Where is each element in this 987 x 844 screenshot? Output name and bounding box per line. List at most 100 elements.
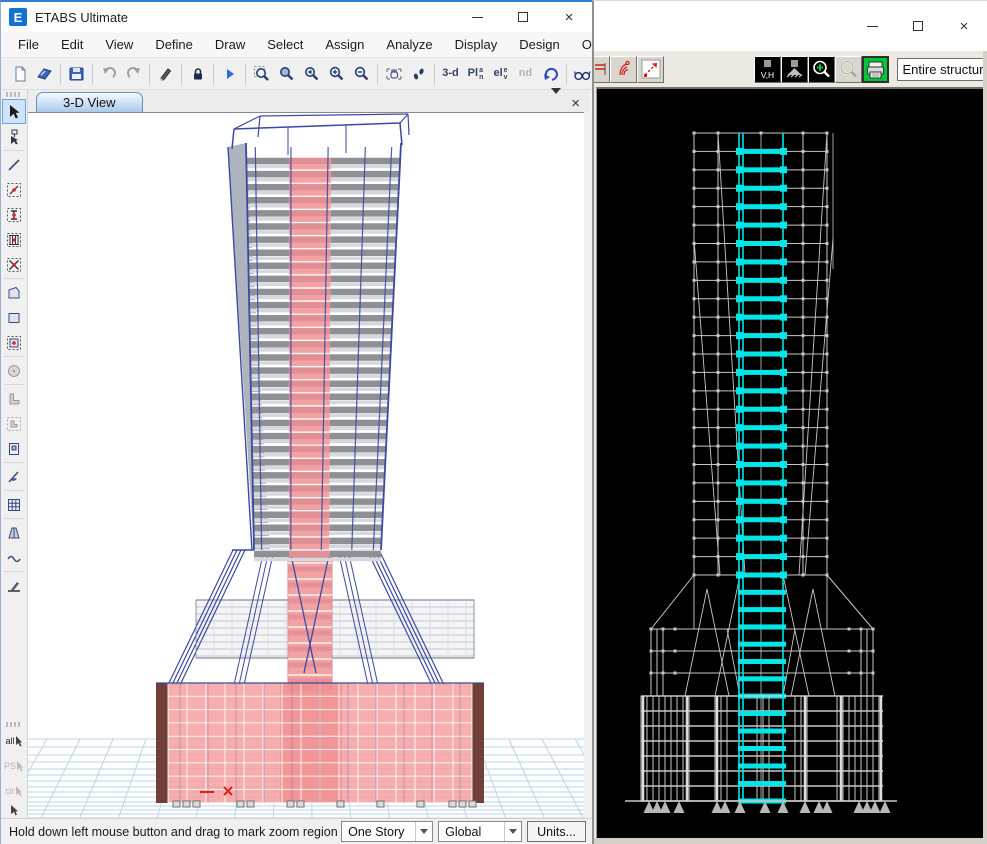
- right-zoom-in-button[interactable]: [808, 56, 835, 83]
- draw-area-tool[interactable]: [2, 280, 26, 305]
- minimize-icon: [472, 17, 483, 18]
- section-cut-tool[interactable]: [2, 464, 26, 489]
- sidebar-grip[interactable]: [6, 92, 22, 97]
- restore-full-view-button[interactable]: [274, 61, 299, 87]
- save-button[interactable]: [64, 61, 89, 87]
- zoom-previous-icon: [303, 65, 321, 83]
- menu-assign[interactable]: Assign: [314, 33, 375, 56]
- quick-draw-area-tool[interactable]: [2, 330, 26, 355]
- close-view-button[interactable]: ×: [571, 96, 580, 111]
- vertical-horizontal-view-button[interactable]: V,H: [754, 56, 781, 83]
- right-minimize-button[interactable]: [849, 1, 895, 51]
- undo-icon: [100, 65, 118, 83]
- draw-slab-edge-tool[interactable]: [2, 573, 26, 598]
- draw-wall-stack-tool[interactable]: [2, 386, 26, 411]
- right-maximize-button[interactable]: [895, 1, 941, 51]
- show-supports-button[interactable]: [781, 56, 808, 83]
- redo-button[interactable]: [121, 61, 146, 87]
- right-zoom-out-button[interactable]: [835, 56, 862, 83]
- menu-display[interactable]: Display: [444, 33, 509, 56]
- menu-analyze[interactable]: Analyze: [375, 33, 443, 56]
- reshape-tool[interactable]: [2, 124, 26, 149]
- glasses-icon: [573, 65, 592, 83]
- quick-draw-frame-tool[interactable]: [2, 177, 26, 202]
- undo-button[interactable]: [96, 61, 121, 87]
- zoom-out-button[interactable]: [349, 61, 374, 87]
- menu-define[interactable]: Define: [144, 33, 204, 56]
- draw-spline-tool[interactable]: [2, 545, 26, 570]
- sidebar-grip-2[interactable]: [6, 722, 22, 727]
- view-menu-button[interactable]: [551, 94, 561, 112]
- rotate-3d-view-button[interactable]: [538, 61, 563, 87]
- quick-draw-beams-tool[interactable]: [2, 227, 26, 252]
- close-icon: ×: [960, 19, 969, 34]
- partial-toolbar-button[interactable]: [594, 56, 610, 83]
- window-opening-icon: [6, 441, 22, 457]
- grid-icon: [6, 497, 22, 513]
- lock-icon: [189, 65, 207, 83]
- zoom-in-button[interactable]: [324, 61, 349, 87]
- pan-button[interactable]: [381, 61, 406, 87]
- print-view-button[interactable]: [862, 56, 889, 83]
- draw-circle-tool[interactable]: [2, 358, 26, 383]
- draw-joint-tool[interactable]: [2, 152, 26, 177]
- run-analysis-button[interactable]: [217, 61, 242, 87]
- lock-model-button[interactable]: [185, 61, 210, 87]
- clear-selection-tool[interactable]: clr: [2, 779, 26, 804]
- tab-3d-view[interactable]: 3-D View: [36, 92, 143, 112]
- 3d-view-canvas[interactable]: [28, 112, 584, 820]
- pencil-icon: [157, 65, 175, 83]
- rotate-icon: [542, 65, 560, 83]
- rubber-band-zoom-button[interactable]: [249, 61, 274, 87]
- cursor-small-icon: [15, 736, 23, 748]
- measure-button[interactable]: [637, 56, 664, 83]
- select-tool[interactable]: [2, 99, 26, 124]
- quick-draw-braces-tool[interactable]: [2, 252, 26, 277]
- annotate-button[interactable]: [610, 56, 637, 83]
- quick-draw-column-tool[interactable]: [2, 202, 26, 227]
- previous-selection-tool[interactable]: PS: [2, 754, 26, 779]
- pan-hand-icon: [385, 65, 403, 83]
- rect-area-icon: [6, 310, 22, 326]
- quick-draw-wall-tool[interactable]: [2, 411, 26, 436]
- elevation-view-canvas[interactable]: [596, 87, 985, 839]
- select-by-object-tool[interactable]: [2, 804, 26, 818]
- draw-rectangular-area-tool[interactable]: [2, 305, 26, 330]
- units-button[interactable]: Units...: [527, 821, 586, 842]
- save-icon: [68, 65, 86, 83]
- quick-area-icon: [6, 335, 22, 351]
- walkthrough-button[interactable]: [406, 61, 431, 87]
- named-display-button[interactable]: nd: [513, 61, 538, 87]
- structure-selector-dropdown[interactable]: Entire structure: [897, 58, 987, 81]
- red-diagonal-arrow-icon: [641, 59, 661, 79]
- elevation-view-button[interactable]: elev: [488, 61, 513, 87]
- previous-zoom-button[interactable]: [299, 61, 324, 87]
- window-title: ETABS Ultimate: [35, 10, 128, 25]
- new-file-icon: [11, 65, 29, 83]
- etabs-application: E ETABS Ultimate × FileEditViewDefineDra…: [0, 0, 987, 844]
- coordinate-system-dropdown[interactable]: Global: [438, 821, 522, 842]
- menu-draw[interactable]: Draw: [204, 33, 256, 56]
- select-all-tool[interactable]: all: [2, 729, 26, 754]
- draw-mode-button[interactable]: [153, 61, 178, 87]
- menu-file[interactable]: File: [7, 33, 50, 56]
- view-3d-button[interactable]: 3-d: [438, 61, 463, 87]
- printer-icon: [865, 59, 886, 80]
- minimize-button[interactable]: [454, 2, 500, 32]
- close-button[interactable]: ×: [546, 2, 592, 32]
- menu-edit[interactable]: Edit: [50, 33, 94, 56]
- menu-select[interactable]: Select: [256, 33, 314, 56]
- draw-opening-tool[interactable]: [2, 436, 26, 461]
- draw-grid-tool[interactable]: [2, 492, 26, 517]
- menu-view[interactable]: View: [94, 33, 144, 56]
- analysis-view-window: × V,H Entire structure: [592, 0, 987, 844]
- draw-ramp-tool[interactable]: [2, 520, 26, 545]
- open-model-button[interactable]: [32, 61, 57, 87]
- right-close-button[interactable]: ×: [941, 1, 987, 51]
- plan-view-button[interactable]: Plan: [463, 61, 488, 87]
- menu-design[interactable]: Design: [508, 33, 570, 56]
- new-model-button[interactable]: [7, 61, 32, 87]
- story-mode-dropdown[interactable]: One Story: [341, 821, 433, 842]
- maximize-button[interactable]: [500, 2, 546, 32]
- maximize-icon: [518, 12, 528, 22]
